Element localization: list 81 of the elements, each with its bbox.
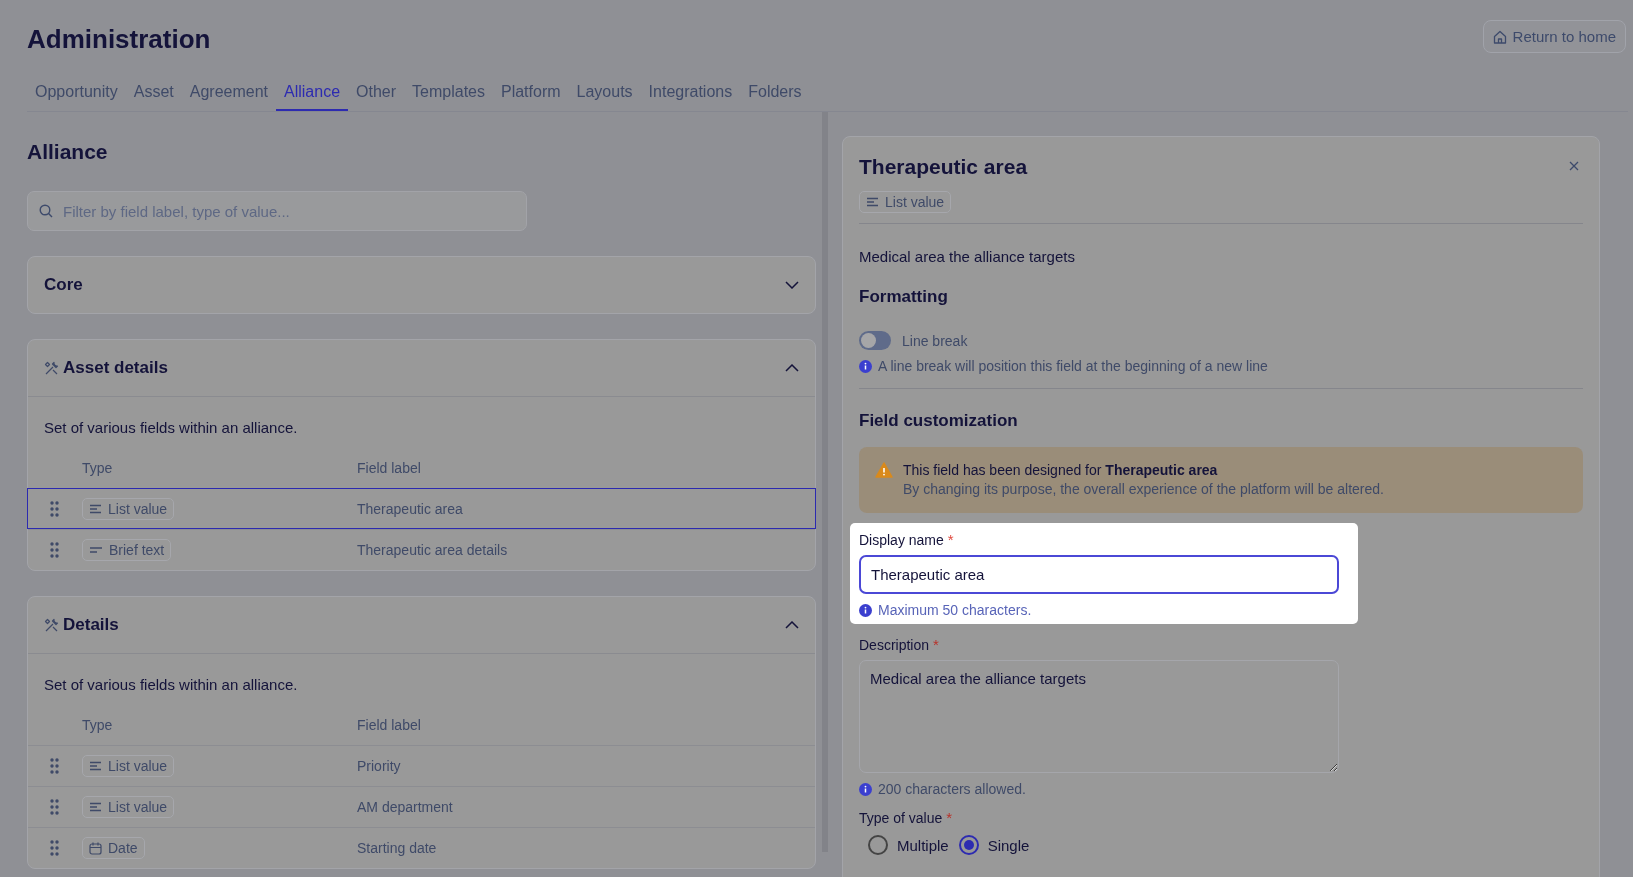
required-mark: * — [933, 636, 939, 653]
column-header: Field label — [357, 460, 422, 476]
field-label: AM department — [357, 799, 454, 815]
drag-handle-icon[interactable] — [50, 840, 59, 856]
required-mark: * — [947, 531, 954, 548]
type-chip: List value — [82, 796, 175, 818]
display-name-input[interactable]: Therapeutic area — [859, 555, 1339, 594]
search-icon — [39, 204, 53, 218]
column-header: Type — [82, 717, 114, 733]
warning-icon — [875, 462, 893, 478]
radio-option[interactable]: Multiple — [868, 835, 949, 855]
type-chip: Date — [82, 837, 145, 859]
field-row[interactable]: List value Therapeutic area — [27, 488, 816, 529]
return-home-button[interactable]: Return to home — [1482, 20, 1626, 53]
field-label: Starting date — [357, 840, 438, 856]
field-description: Medical area the alliance targets — [859, 248, 1076, 265]
field-label: Display name — [859, 532, 944, 548]
field-label: Therapeutic area — [357, 500, 464, 517]
hint-text: A line break will position this field at the beginning of a new line — [878, 358, 1268, 374]
tab[interactable]: Opportunity — [27, 79, 126, 111]
page-title: Administration — [27, 24, 211, 55]
tab[interactable]: Asset — [125, 79, 182, 111]
required-mark: * — [946, 809, 953, 826]
radio-option[interactable]: Single — [958, 835, 1030, 855]
column-header: Field label — [357, 717, 422, 733]
home-icon — [1492, 29, 1507, 44]
section-heading: Formatting — [859, 287, 949, 307]
type-chip: List value — [859, 191, 952, 213]
toggle-label: Line break — [902, 332, 968, 349]
chevron-down-icon[interactable] — [785, 281, 799, 289]
drag-handle-icon[interactable] — [50, 799, 59, 815]
group-title: Asset details — [63, 358, 169, 378]
tab[interactable]: Integrations — [640, 79, 741, 111]
text-lines-icon — [89, 546, 103, 554]
field-row[interactable]: Brief text Therapeutic area details — [28, 529, 815, 570]
section-heading: Field customization — [859, 411, 1019, 431]
field-label: Therapeutic area details — [357, 542, 509, 558]
close-icon — [1569, 161, 1579, 171]
field-label: Priority — [357, 758, 402, 774]
toggle-switch[interactable] — [859, 331, 891, 350]
description-textarea[interactable]: Medical area the alliance targets — [859, 660, 1339, 773]
hint-text: 200 characters allowed. — [878, 781, 1026, 797]
warning-text: This field has been designed for Therapeutic area — [903, 462, 1219, 478]
panel-title: Therapeutic area — [859, 155, 1028, 179]
calendar-icon — [89, 841, 102, 855]
type-chip: List value — [82, 497, 175, 520]
tab[interactable]: Other — [348, 79, 405, 111]
field-row[interactable]: List value Priority — [28, 745, 815, 786]
field-row[interactable]: Date Starting date — [28, 827, 815, 868]
hint-text: Maximum 50 characters. — [878, 602, 1032, 618]
list-icon — [866, 197, 879, 207]
section-title: Alliance — [27, 140, 109, 164]
tab[interactable]: Folders — [740, 79, 810, 111]
tab[interactable]: Templates — [404, 79, 493, 111]
field-row[interactable]: List value AM department — [28, 786, 815, 827]
info-icon — [859, 782, 872, 796]
info-icon — [859, 359, 872, 373]
group-description: Set of various fields within an alliance. — [43, 418, 299, 436]
search-field[interactable]: Filter by field label, type of value... — [27, 191, 527, 231]
field-label: Description — [859, 637, 930, 653]
field-label: Type of value — [859, 810, 943, 826]
chevron-up-icon[interactable] — [785, 621, 799, 629]
info-icon — [859, 603, 872, 617]
type-chip: List value — [82, 755, 175, 777]
drag-handle-icon[interactable] — [50, 758, 59, 774]
type-chip: Brief text — [82, 539, 172, 561]
drag-handle-icon[interactable] — [50, 500, 59, 517]
list-icon — [89, 761, 102, 771]
drag-handle-icon[interactable] — [50, 542, 59, 558]
tab[interactable]: Agreement — [181, 79, 276, 111]
group-description: Set of various fields within an alliance. — [43, 675, 299, 693]
chevron-up-icon[interactable] — [785, 364, 799, 372]
group-title: Details — [63, 615, 120, 635]
warning-subtext: By changing its purpose, the overall experience of the platform will be altered. — [903, 481, 1384, 497]
list-icon — [89, 802, 102, 812]
tab[interactable]: Alliance — [276, 79, 349, 111]
group-title: Core — [44, 275, 84, 295]
column-header: Type — [82, 460, 114, 476]
tab[interactable]: Platform — [492, 79, 569, 111]
list-icon — [89, 503, 102, 514]
tab[interactable]: Layouts — [568, 79, 641, 111]
